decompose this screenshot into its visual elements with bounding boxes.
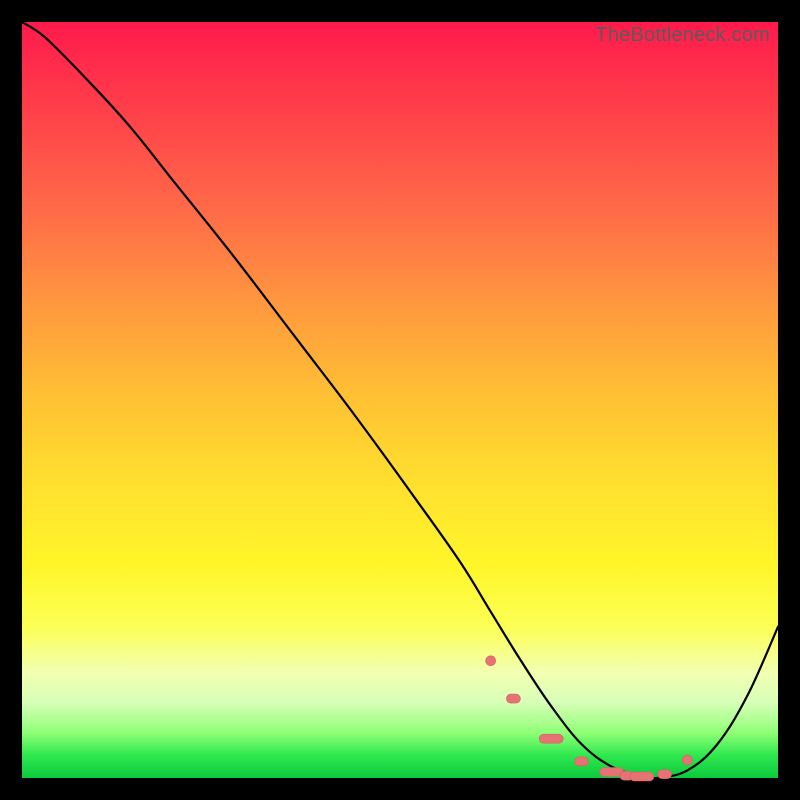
curve-marker	[574, 757, 588, 766]
curve-marker	[486, 656, 496, 666]
curve-marker	[539, 734, 563, 743]
curve-marker	[658, 770, 672, 779]
curve-marker	[506, 694, 520, 703]
bottleneck-curve	[22, 22, 778, 779]
curve-markers	[486, 656, 693, 781]
chart-svg	[22, 22, 778, 778]
curve-marker	[682, 755, 692, 765]
chart-plot-area: TheBottleneck.com	[22, 22, 778, 778]
curve-marker	[630, 772, 654, 781]
chart-frame: TheBottleneck.com	[0, 0, 800, 800]
